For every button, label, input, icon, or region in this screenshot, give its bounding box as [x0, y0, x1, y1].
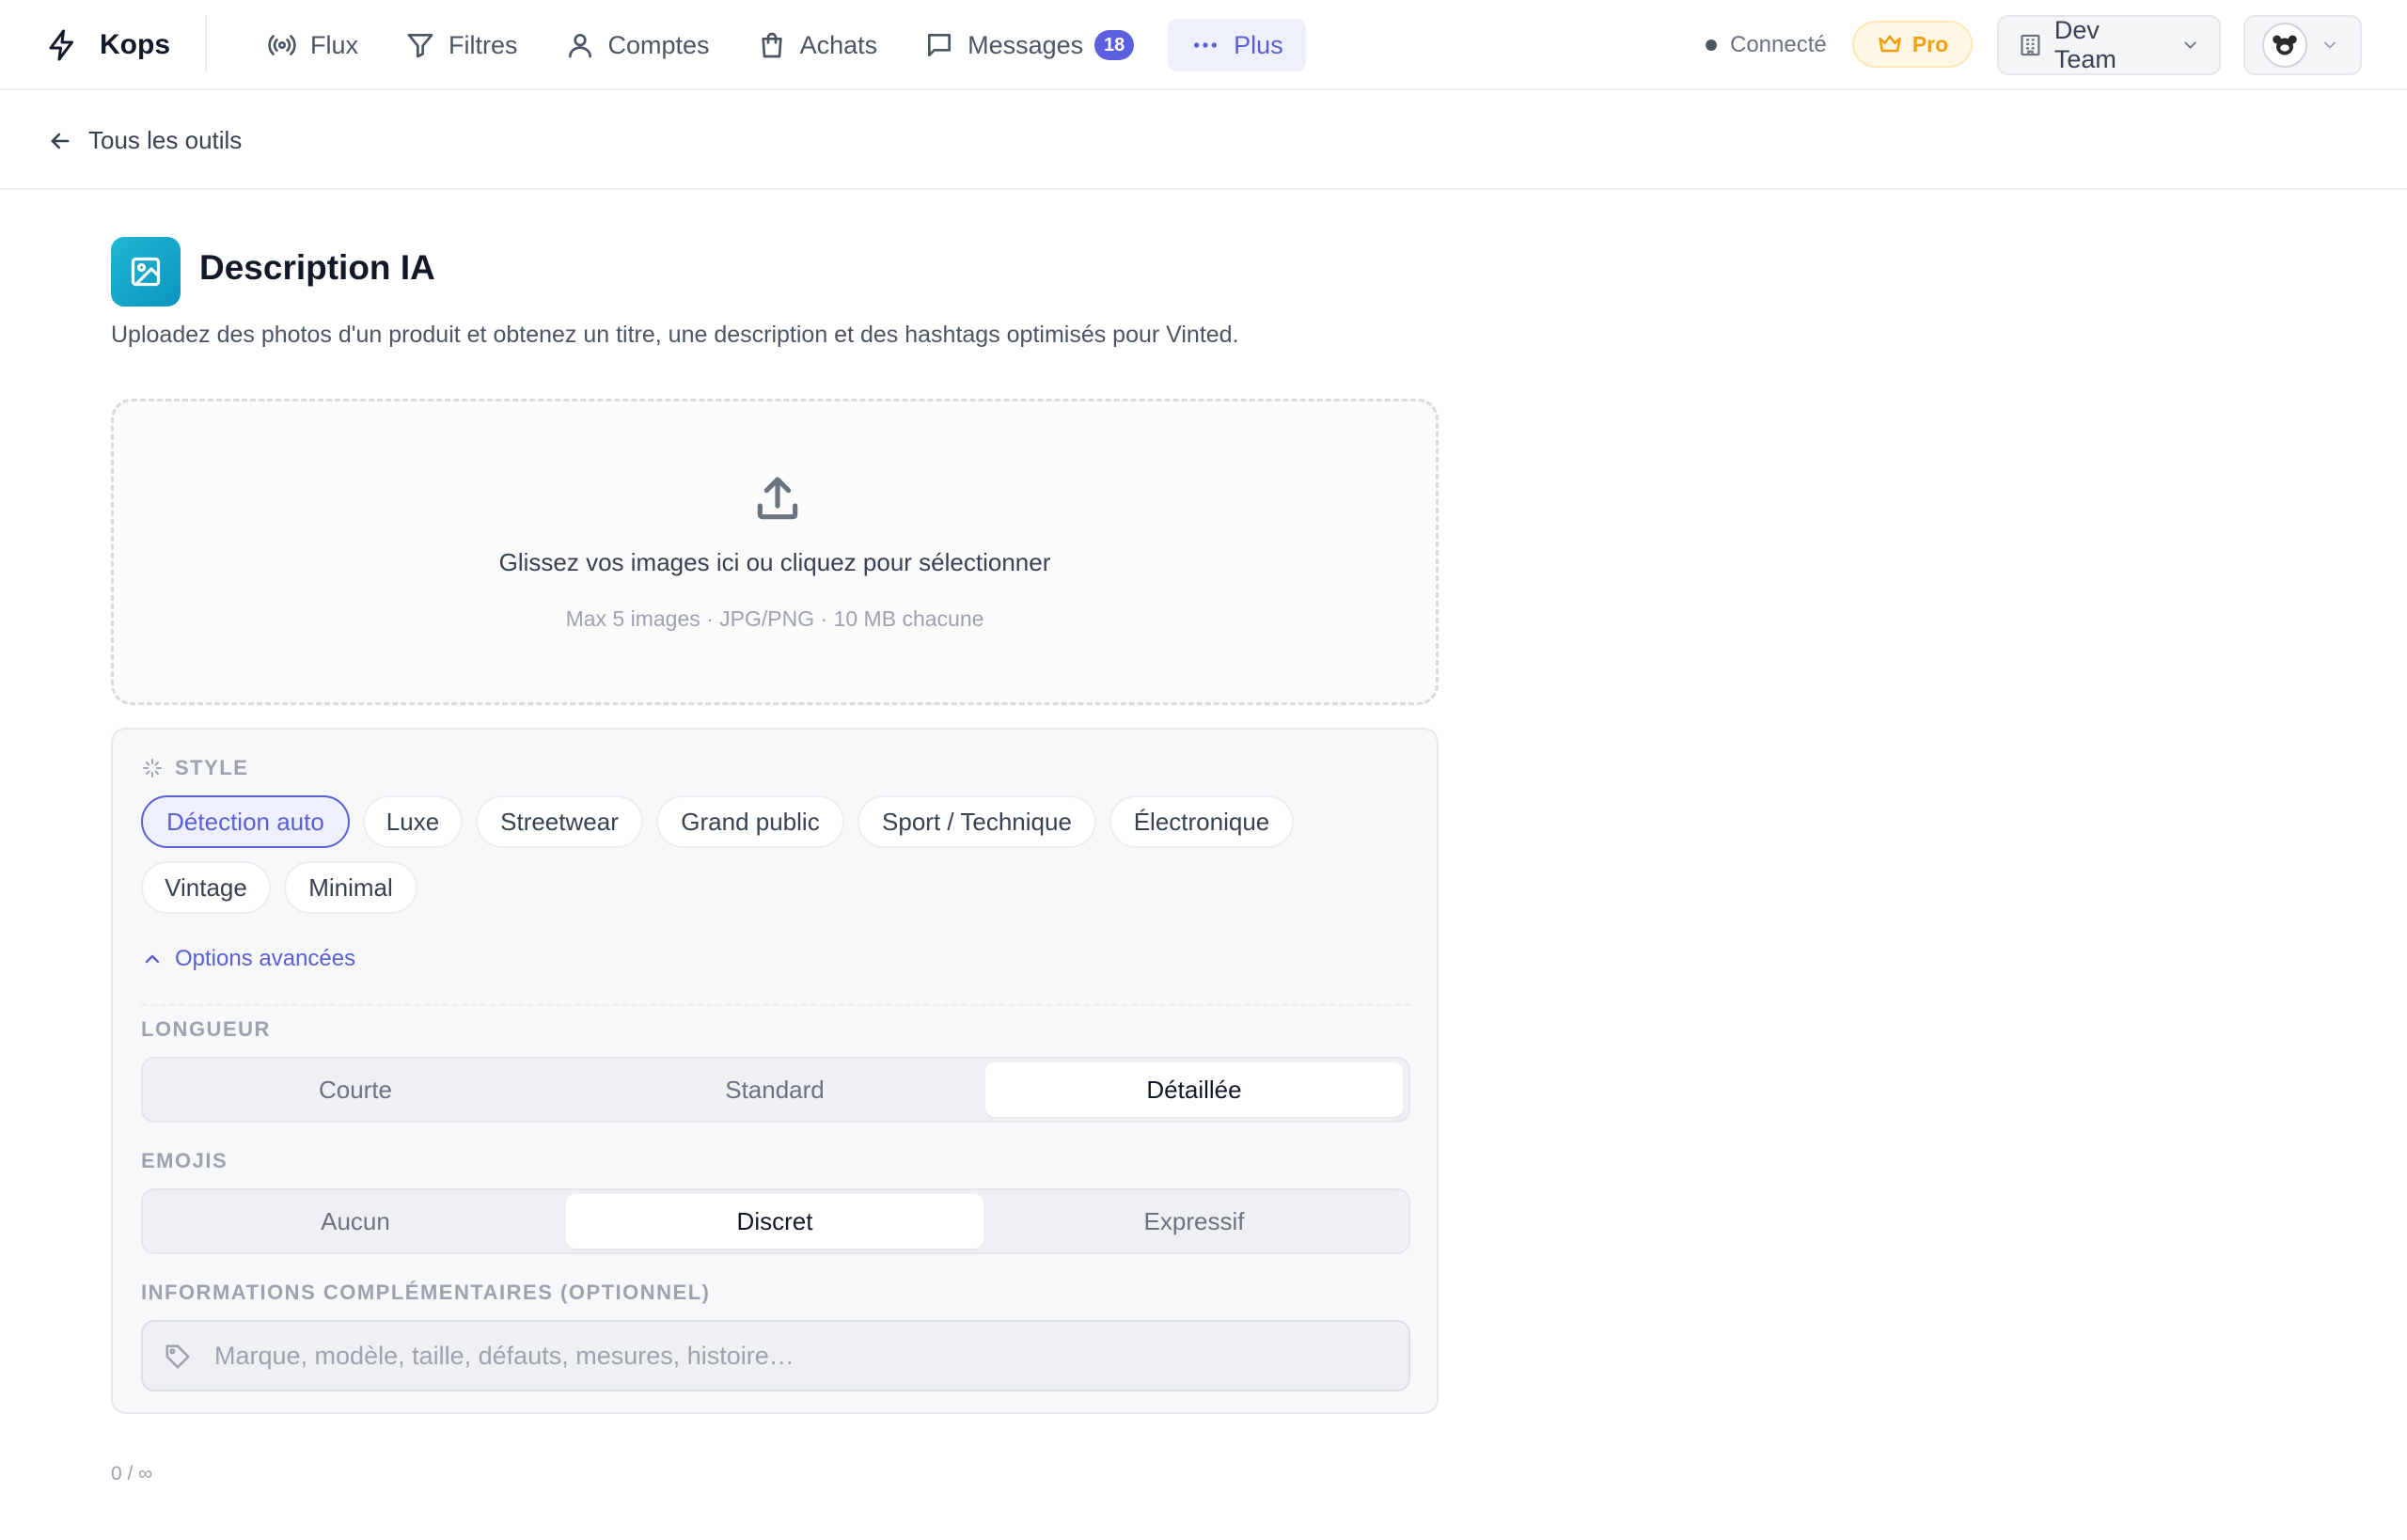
- style-chip-minimal[interactable]: Minimal: [284, 861, 417, 914]
- advanced-options-label: Options avancées: [175, 946, 356, 971]
- emojis-segmented-control: Aucun Discret Expressif: [141, 1188, 1410, 1254]
- top-navbar: Kops Flux Filtres Comptes Achats Message…: [0, 0, 2407, 90]
- crown-icon: [1879, 35, 1901, 53]
- sub-header: Tous les outils: [0, 92, 2407, 190]
- brand-name: Kops: [100, 29, 170, 60]
- emojis-section-label: EMOJIS: [141, 1149, 228, 1172]
- character-counter: 0 / ∞: [111, 1463, 153, 1485]
- nav-item-filtres[interactable]: Filtres: [392, 19, 531, 71]
- pro-badge[interactable]: Pro: [1852, 21, 1973, 68]
- user-menu[interactable]: [2243, 15, 2362, 75]
- user-icon: [568, 34, 591, 58]
- advanced-options-toggle[interactable]: Options avancées: [141, 946, 355, 972]
- emojis-option-expressif[interactable]: Expressif: [985, 1194, 1403, 1249]
- page-description: Uploadez des photos d'un produit et obte…: [111, 322, 1239, 348]
- avatar-image-icon: [2273, 35, 2297, 55]
- chevron-down-icon: [2324, 41, 2336, 49]
- style-chip-streetwear[interactable]: Streetwear: [476, 795, 643, 848]
- style-label-text: STYLE: [175, 756, 249, 779]
- nav-item-flux[interactable]: Flux: [254, 19, 371, 71]
- team-label: Dev Team: [2053, 16, 2116, 73]
- extra-info-label: INFORMATIONS COMPLÉMENTAIRES (OPTIONNEL): [141, 1281, 711, 1304]
- tool-image-icon-tile: [111, 237, 181, 306]
- image-icon: [131, 257, 161, 287]
- more-horizontal-icon: [1194, 42, 1218, 48]
- nav-label: Filtres: [448, 30, 518, 59]
- pro-label: Pro: [1911, 31, 1949, 56]
- unread-count-badge: 18: [1094, 30, 1135, 60]
- length-option-detaillee[interactable]: Détaillée: [985, 1062, 1403, 1117]
- brand[interactable]: Kops: [45, 26, 170, 64]
- length-segmented-control: Courte Standard Détaillée: [141, 1057, 1410, 1123]
- message-icon: [928, 34, 952, 56]
- extra-info-field: [141, 1320, 1410, 1391]
- length-option-courte[interactable]: Courte: [147, 1062, 564, 1117]
- main-nav: Flux Filtres Comptes Achats Messages 18 …: [254, 19, 1327, 71]
- dropzone-instruction: Glissez vos images ici ou cliquez pour s…: [498, 548, 1051, 576]
- chevron-up-icon: [145, 954, 160, 964]
- arrow-left-icon: [51, 133, 70, 149]
- style-chip-sport-technique[interactable]: Sport / Technique: [857, 795, 1096, 848]
- length-option-standard[interactable]: Standard: [566, 1062, 983, 1117]
- extra-info-input[interactable]: [214, 1322, 1390, 1390]
- nav-label: Comptes: [607, 30, 710, 59]
- team-selector[interactable]: Dev Team: [1997, 15, 2221, 75]
- back-label: Tous les outils: [88, 126, 243, 154]
- length-section-label: LONGUEUR: [141, 1017, 271, 1041]
- style-chip-luxe[interactable]: Luxe: [363, 795, 463, 848]
- emojis-option-discret[interactable]: Discret: [566, 1194, 983, 1249]
- nav-label: Messages: [968, 30, 1084, 59]
- lightning-icon: [49, 29, 73, 61]
- nav-item-plus[interactable]: Plus: [1168, 19, 1306, 71]
- back-link[interactable]: Tous les outils: [47, 126, 242, 155]
- style-section-label: STYLE: [141, 756, 248, 780]
- brand-divider: [205, 15, 207, 73]
- nav-label: Flux: [310, 30, 359, 59]
- nav-label: Achats: [799, 30, 878, 59]
- nav-label: Plus: [1234, 30, 1283, 59]
- dropzone-limits: Max 5 images · JPG/PNG · 10 MB chacune: [565, 606, 984, 631]
- style-chip-electronique[interactable]: Électronique: [1109, 795, 1294, 848]
- status-label: Connecté: [1730, 32, 1827, 57]
- page-title: Description IA: [199, 248, 435, 287]
- shopping-bag-icon: [761, 32, 782, 58]
- broadcast-icon: [268, 35, 296, 55]
- tag-icon: [165, 1344, 190, 1369]
- style-chip-vintage[interactable]: Vintage: [141, 861, 271, 914]
- sparkles-icon: [143, 759, 162, 778]
- style-chip-grand-public[interactable]: Grand public: [656, 795, 844, 848]
- connection-status: Connecté: [1706, 30, 1827, 60]
- filter-icon: [407, 34, 433, 58]
- style-chip-detection-auto[interactable]: Détection auto: [141, 795, 350, 848]
- emojis-option-aucun[interactable]: Aucun: [147, 1194, 564, 1249]
- avatar: [2262, 23, 2307, 68]
- upload-icon: [757, 477, 798, 520]
- nav-item-achats[interactable]: Achats: [744, 19, 891, 71]
- image-dropzone[interactable]: Glissez vos images ici ou cliquez pour s…: [111, 399, 1439, 705]
- section-divider: [141, 1004, 1410, 1006]
- nav-item-messages[interactable]: Messages 18: [911, 19, 1147, 71]
- status-dot: [1706, 39, 1717, 51]
- building-icon: [2021, 34, 2040, 56]
- nav-item-comptes[interactable]: Comptes: [552, 19, 723, 71]
- upload-icon-wrap: [751, 473, 804, 526]
- options-panel: STYLE Détection auto Luxe Streetwear Gra…: [111, 728, 1439, 1414]
- chevron-down-icon: [2184, 41, 2196, 49]
